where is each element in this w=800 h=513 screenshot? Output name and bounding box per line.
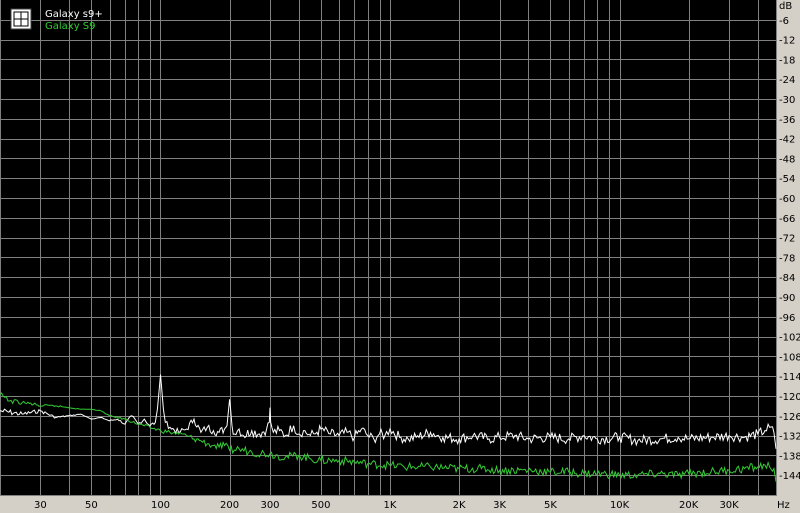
y-tick-label: -138: [779, 451, 800, 462]
x-tick-label: 200: [220, 500, 239, 511]
x-axis-unit-label: Hz: [777, 500, 790, 511]
series-line-0: [0, 374, 777, 449]
y-tick-label: -144: [779, 471, 800, 482]
y-tick-label: -102: [779, 333, 800, 344]
y-tick-label: -84: [779, 273, 795, 284]
chart-legend: Galaxy s9+ Galaxy S9: [10, 8, 103, 32]
x-tick-label: 50: [85, 500, 98, 511]
y-tick-label: -6: [779, 16, 789, 27]
y-tick-label: -24: [779, 75, 795, 86]
frequency-response-chart: -6 -12 -18 -24 -30 -36 -42 -48 -54 -60 -66 -72 -78 -8…: [0, 0, 800, 511]
y-tick-label: -48: [779, 154, 795, 165]
x-tick-label: 2K: [453, 500, 466, 511]
y-axis-unit-label: dB: [779, 1, 792, 12]
y-tick-label: -66: [779, 214, 795, 225]
y-tick-label: -96: [779, 313, 795, 324]
series-line-1: [0, 392, 777, 482]
y-tick-label: -72: [779, 234, 795, 245]
y-tick-label: -12: [779, 36, 795, 47]
y-tick-label: -60: [779, 194, 795, 205]
x-tick-label: 500: [311, 500, 330, 511]
legend-entry-1: Galaxy S9: [45, 21, 96, 32]
y-tick-label: -30: [779, 95, 795, 106]
y-tick-label: -120: [779, 392, 800, 403]
x-tick-label: 5K: [544, 500, 557, 511]
y-tick-label: -126: [779, 412, 800, 423]
y-tick-label: -108: [779, 352, 800, 363]
x-tick-label: 10K: [610, 500, 630, 511]
x-tick-label: 100: [151, 500, 170, 511]
x-tick-label: 20K: [679, 500, 699, 511]
y-tick-label: -90: [779, 293, 795, 304]
y-tick-label: -114: [779, 372, 800, 383]
y-tick-label: -42: [779, 135, 795, 146]
x-tick-label: 3K: [493, 500, 506, 511]
x-tick-label: 1K: [384, 500, 397, 511]
x-tick-label: 30: [34, 500, 47, 511]
y-tick-label: -54: [779, 174, 795, 185]
y-tick-label: -78: [779, 253, 795, 264]
y-tick-label: -18: [779, 55, 795, 66]
y-tick-label: -36: [779, 115, 795, 126]
x-tick-label: 30K: [719, 500, 739, 511]
y-tick-label: -132: [779, 432, 800, 443]
x-tick-label: 300: [260, 500, 279, 511]
legend-entry-0: Galaxy s9+: [45, 9, 103, 20]
